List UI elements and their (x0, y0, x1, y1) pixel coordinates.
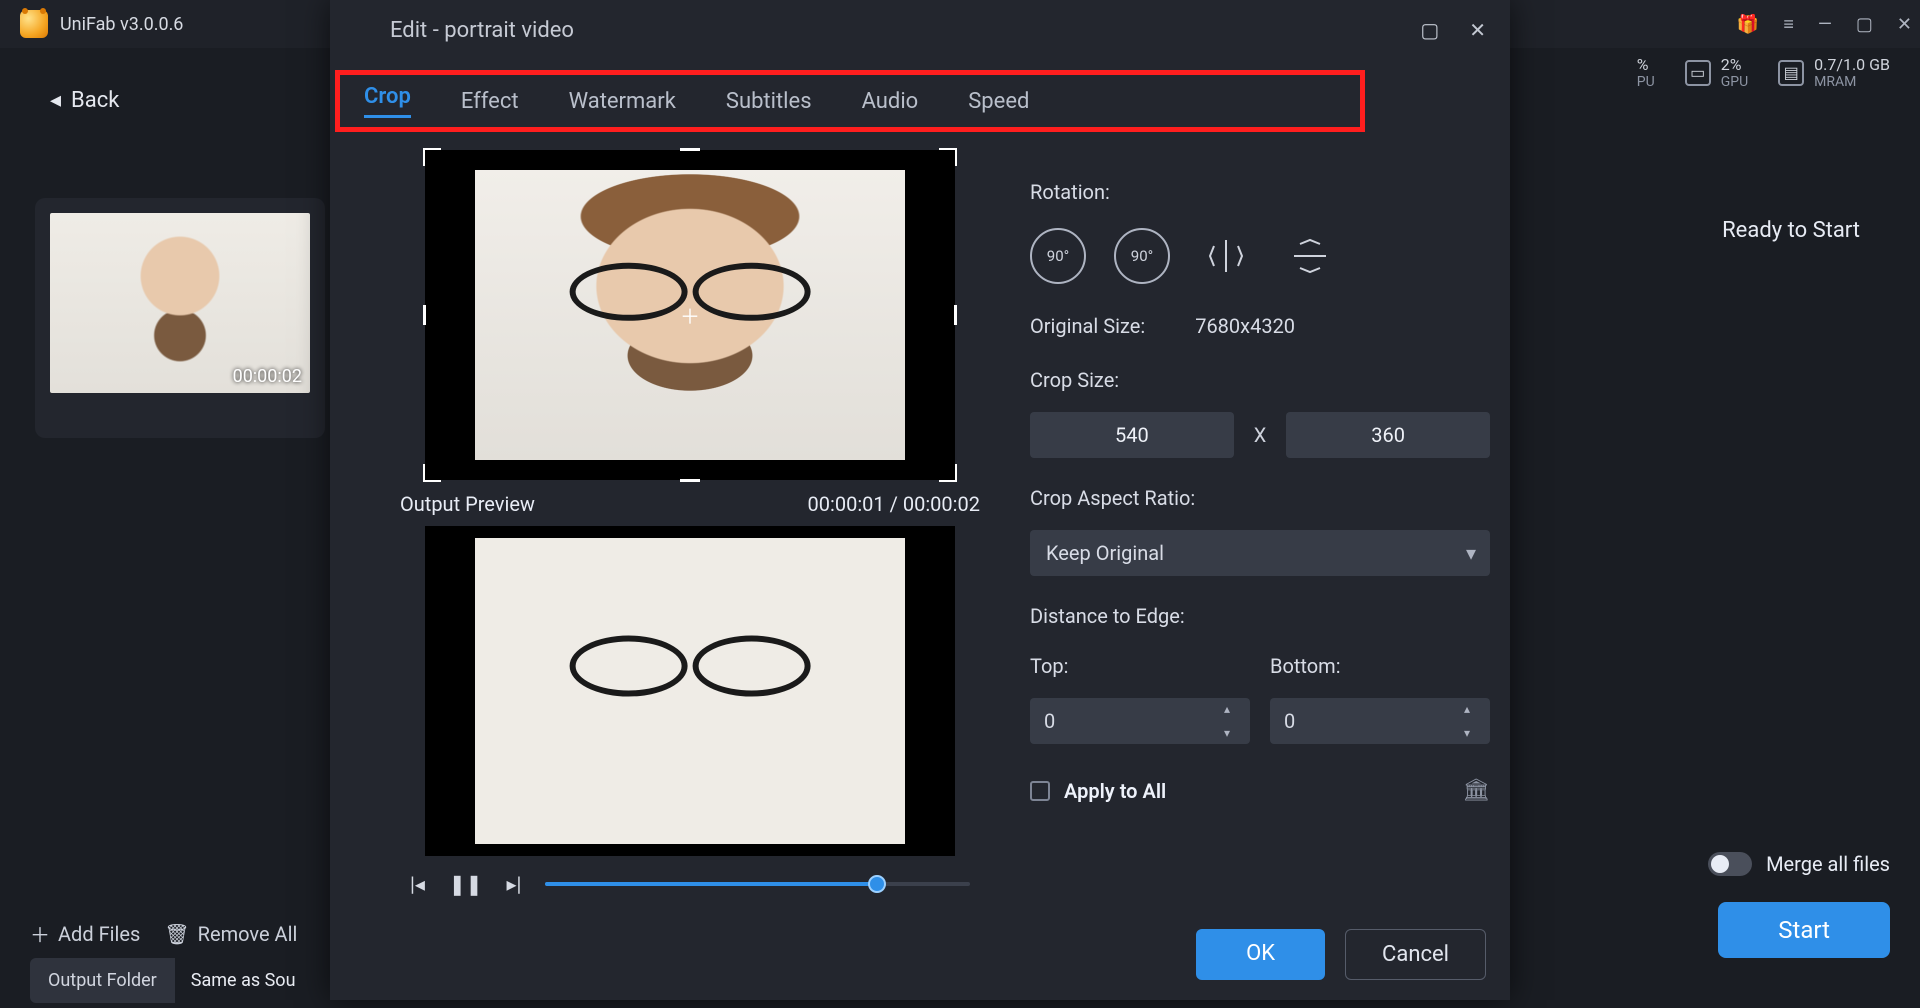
merge-label: Merge all files (1766, 852, 1890, 876)
seek-slider[interactable] (545, 882, 970, 886)
edit-dialog: Edit - portrait video ▢ ✕ Crop Effect Wa… (330, 0, 1510, 1000)
rotate-ccw-icon[interactable]: 90° (1114, 228, 1170, 284)
add-files-label: Add Files (58, 922, 140, 946)
prev-frame-button[interactable]: |◂ (410, 872, 425, 896)
aspect-ratio-select[interactable]: Keep Original (1030, 530, 1490, 576)
remove-all-label: Remove All (198, 922, 298, 946)
crop-edge-left[interactable] (423, 305, 426, 325)
flip-horizontal-icon[interactable] (1198, 228, 1254, 284)
bottom-spinner[interactable]: 0 ▴ ▾ (1270, 698, 1490, 744)
crop-size-label: Crop Size: (1030, 368, 1490, 392)
flip-vertical-icon[interactable] (1282, 228, 1338, 284)
ok-button[interactable]: OK (1196, 929, 1325, 980)
glasses-icon (570, 636, 811, 685)
chevron-down-icon[interactable]: ▾ (1224, 726, 1242, 740)
merge-toggle[interactable] (1708, 852, 1752, 876)
distance-edge-label: Distance to Edge: (1030, 604, 1490, 628)
tab-audio[interactable]: Audio (862, 89, 919, 114)
crop-center-icon[interactable]: ＋ (680, 301, 700, 330)
chevron-up-icon[interactable]: ▴ (1224, 702, 1242, 716)
dialog-close-button[interactable]: ✕ (1469, 18, 1486, 42)
top-label: Top: (1030, 654, 1068, 678)
aspect-ratio-label: Crop Aspect Ratio: (1030, 486, 1490, 510)
original-size-label: Original Size: (1030, 314, 1145, 338)
tab-effect[interactable]: Effect (461, 89, 519, 114)
crop-edge-bottom[interactable] (680, 479, 700, 482)
tab-speed[interactable]: Speed (968, 89, 1029, 114)
video-thumbnail: 00:00:02 (50, 213, 310, 393)
tab-crop[interactable]: Crop (364, 84, 411, 118)
apply-all-checkbox[interactable] (1030, 781, 1050, 801)
apply-all-label: Apply to All (1064, 779, 1166, 803)
gift-icon[interactable]: 🎁 (1737, 14, 1759, 35)
status-ready: Ready to Start (1722, 218, 1860, 243)
edit-tabs: Crop Effect Watermark Subtitles Audio Sp… (335, 70, 1365, 132)
crop-handle-tl[interactable] (423, 148, 441, 166)
chevron-down-icon[interactable]: ▾ (1464, 726, 1482, 740)
output-preview-label: Output Preview (400, 492, 535, 516)
reset-icon[interactable]: 🏛 (1462, 778, 1490, 803)
crop-x-separator: X (1254, 423, 1267, 447)
player-controls: |◂ ❚❚ ▸| (410, 872, 970, 896)
preview-time: 00:00:01 / 00:00:02 (808, 492, 980, 516)
crop-width-input[interactable]: 540 (1030, 412, 1234, 458)
top-value: 0 (1044, 709, 1055, 733)
add-files-button[interactable]: ＋ Add Files (30, 919, 140, 948)
crop-handle-bl[interactable] (423, 464, 441, 482)
rotation-label: Rotation: (1030, 180, 1490, 204)
back-button[interactable]: ◂ Back (50, 88, 119, 113)
app-logo-icon (20, 10, 48, 38)
pause-button[interactable]: ❚❚ (449, 872, 483, 896)
crop-handle-br[interactable] (939, 464, 957, 482)
bottom-value: 0 (1284, 709, 1295, 733)
tab-watermark[interactable]: Watermark (569, 89, 676, 114)
video-card[interactable]: 00:00:02 (35, 198, 325, 438)
bottom-label: Bottom: (1270, 654, 1341, 678)
thumb-timestamp: 00:00:02 (233, 366, 302, 387)
app-title: UniFab v3.0.0.6 (60, 14, 183, 35)
maximize-button[interactable]: ▢ (1856, 14, 1873, 35)
chevron-up-icon[interactable]: ▴ (1464, 702, 1482, 716)
crop-height-input[interactable]: 360 (1286, 412, 1490, 458)
close-button[interactable]: ✕ (1897, 14, 1912, 35)
crop-edge-right[interactable] (954, 305, 957, 325)
start-button[interactable]: Start (1718, 902, 1890, 958)
crop-handle-tr[interactable] (939, 148, 957, 166)
seek-knob[interactable] (868, 875, 886, 893)
next-frame-button[interactable]: ▸| (506, 872, 521, 896)
dialog-title: Edit - portrait video (390, 18, 574, 43)
aspect-ratio-value: Keep Original (1046, 541, 1164, 565)
minimize-button[interactable]: — (1818, 14, 1832, 35)
output-preview (425, 526, 955, 856)
rotate-cw-icon[interactable]: 90° (1030, 228, 1086, 284)
back-label: Back (71, 88, 119, 113)
crop-edge-top[interactable] (680, 148, 700, 151)
tab-subtitles[interactable]: Subtitles (726, 89, 812, 114)
hamburger-icon[interactable]: ≡ (1783, 14, 1794, 35)
output-folder-path: Same as Sou (175, 958, 312, 1003)
top-spinner[interactable]: 0 ▴ ▾ (1030, 698, 1250, 744)
original-size-value: 7680x4320 (1195, 314, 1295, 338)
output-folder-button[interactable]: Output Folder (30, 958, 175, 1003)
cancel-button[interactable]: Cancel (1345, 929, 1486, 980)
dialog-maximize-button[interactable]: ▢ (1420, 18, 1439, 42)
crop-source-preview[interactable]: ＋ (425, 150, 955, 480)
remove-all-button[interactable]: 🗑 Remove All (164, 922, 297, 946)
